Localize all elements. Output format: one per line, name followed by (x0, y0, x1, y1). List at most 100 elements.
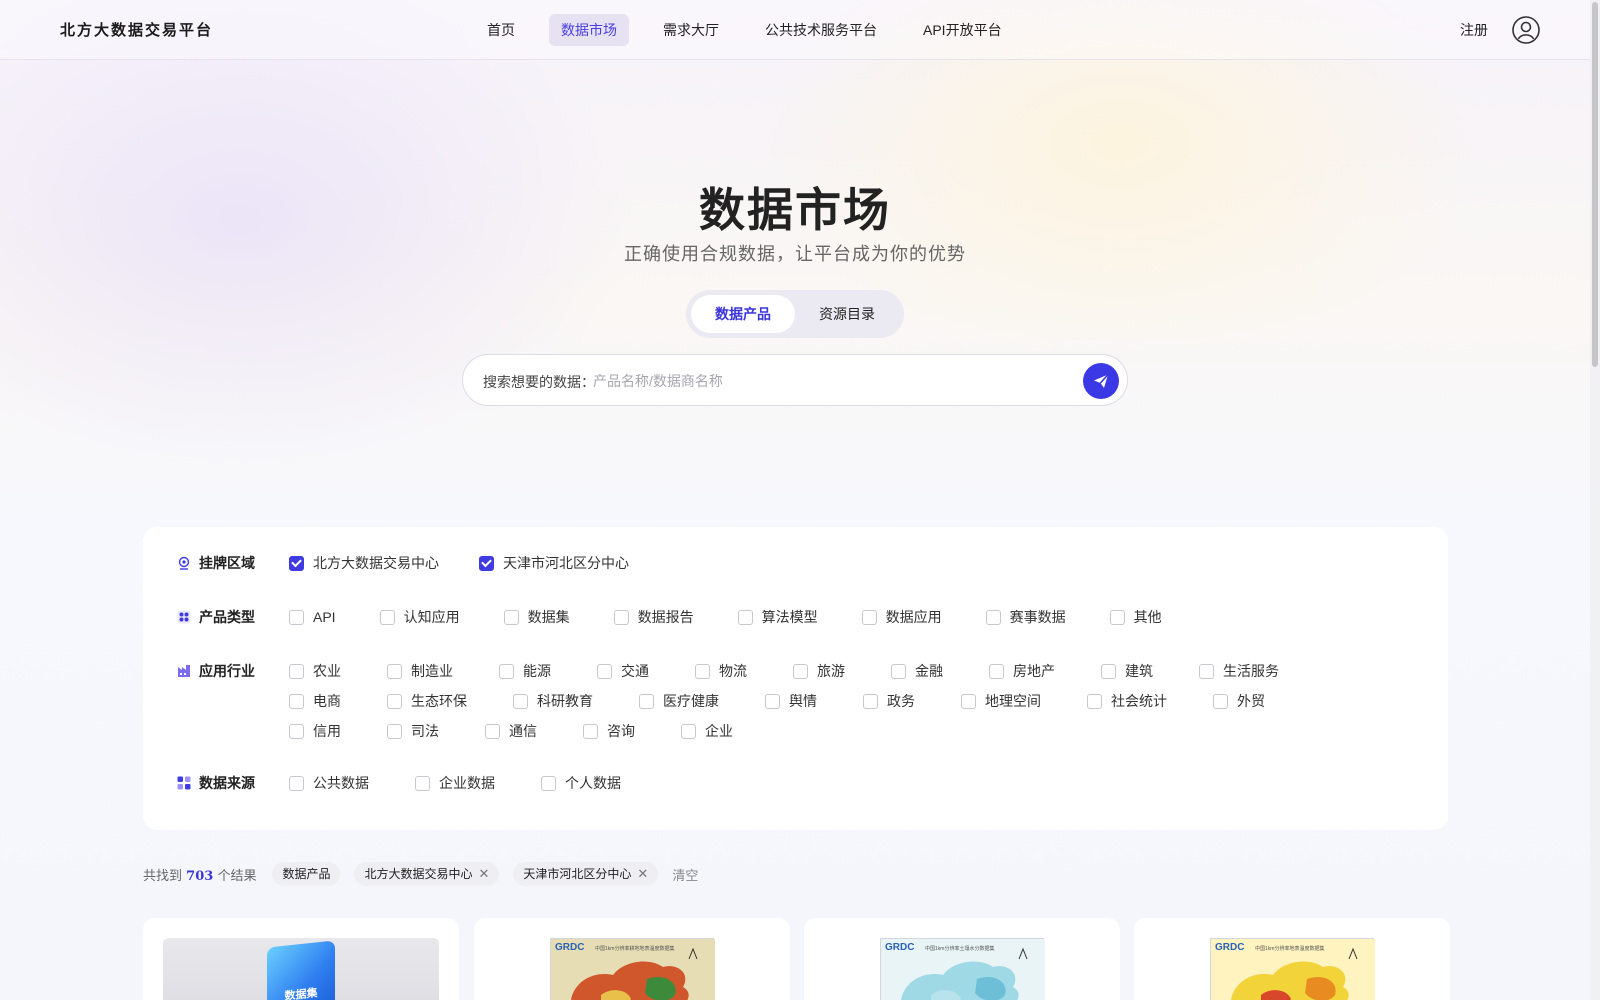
filter-checkbox[interactable] (387, 663, 402, 679)
filter-option[interactable]: 其他 (1109, 607, 1162, 627)
filter-checkbox[interactable] (613, 609, 629, 625)
filter-checkbox[interactable] (387, 693, 402, 709)
filter-checkbox[interactable] (479, 555, 494, 571)
filter-option[interactable]: 数据集 (503, 607, 570, 627)
search-button[interactable] (1083, 363, 1119, 399)
product-card[interactable]: GRDC 中国1km分辨率耕地地表温度数据集 (474, 918, 790, 1000)
filter-option[interactable]: 企业数据 (415, 773, 495, 793)
clear-filters-button[interactable]: 清空 (672, 865, 698, 884)
filter-checkbox[interactable] (681, 723, 696, 739)
filter-option[interactable]: 通信 (485, 721, 537, 741)
filter-checkbox[interactable] (289, 775, 304, 791)
filter-checkbox[interactable] (289, 723, 304, 739)
nav-item[interactable]: 首页 (475, 14, 527, 46)
filter-option[interactable]: 地理空间 (961, 691, 1041, 711)
filter-option[interactable]: 数据报告 (613, 607, 694, 627)
page-scrollbar[interactable] (1590, 0, 1600, 1000)
filter-option[interactable]: API (289, 607, 336, 627)
filter-checkbox[interactable] (891, 663, 906, 679)
filter-option[interactable]: 社会统计 (1087, 691, 1167, 711)
nav-item[interactable]: 需求大厅 (651, 14, 731, 46)
nav-item[interactable]: 公共技术服务平台 (753, 14, 889, 46)
tab-resource-catalog[interactable]: 资源目录 (795, 295, 899, 333)
close-icon[interactable]: ✕ (637, 862, 648, 886)
filter-checkbox[interactable] (1213, 693, 1228, 709)
filter-checkbox[interactable] (289, 693, 304, 709)
filter-option[interactable]: 交通 (597, 661, 649, 681)
filter-checkbox[interactable] (541, 775, 556, 791)
filter-option[interactable]: 个人数据 (541, 773, 621, 793)
filter-row-product-type: 产品类型 API 认知应用 数据集 数据报告 算法模型 数据应用 赛事数据 其他 (177, 607, 1359, 637)
filter-option[interactable]: 咨询 (583, 721, 635, 741)
filter-option[interactable]: 公共数据 (289, 773, 369, 793)
filter-option[interactable]: 物流 (695, 661, 747, 681)
filter-checkbox[interactable] (793, 663, 808, 679)
filter-option[interactable]: 舆情 (765, 691, 817, 711)
filter-option[interactable]: 司法 (387, 721, 439, 741)
filter-option[interactable]: 房地产 (989, 661, 1055, 681)
filter-option[interactable]: 信用 (289, 721, 341, 741)
filter-checkbox[interactable] (289, 555, 304, 571)
site-logo[interactable]: 北方大数据交易平台 (60, 19, 213, 40)
filter-option[interactable]: 制造业 (387, 661, 453, 681)
filter-checkbox[interactable] (415, 775, 430, 791)
close-icon[interactable]: ✕ (478, 862, 489, 886)
filter-option[interactable]: 政务 (863, 691, 915, 711)
filter-checkbox[interactable] (765, 693, 780, 709)
filter-checkbox[interactable] (379, 609, 395, 625)
filter-option[interactable]: 金融 (891, 661, 943, 681)
top-header: 北方大数据交易平台 首页 数据市场 需求大厅 公共技术服务平台 API开放平台 注册 (0, 0, 1590, 60)
filter-option[interactable]: 赛事数据 (985, 607, 1066, 627)
filter-checkbox[interactable] (1109, 609, 1125, 625)
scrollbar-thumb[interactable] (1592, 2, 1598, 367)
product-card[interactable]: GRDC 中国1km分辨率土壤水分数据集 (804, 918, 1120, 1000)
filter-checkbox[interactable] (289, 663, 304, 679)
search-input[interactable] (593, 367, 1043, 395)
filter-option[interactable]: 生活服务 (1199, 661, 1279, 681)
filter-checkbox[interactable] (513, 693, 528, 709)
filter-checkbox[interactable] (499, 663, 514, 679)
tab-data-products[interactable]: 数据产品 (691, 295, 795, 333)
filter-option[interactable]: 科研教育 (513, 691, 593, 711)
nav-item[interactable]: 数据市场 (549, 14, 629, 46)
filter-chip[interactable]: 天津市河北区分中心 ✕ (513, 862, 659, 886)
filter-checkbox[interactable] (1199, 663, 1214, 679)
filter-checkbox[interactable] (639, 693, 654, 709)
filter-checkbox[interactable] (737, 609, 753, 625)
filter-checkbox[interactable] (861, 609, 877, 625)
filter-checkbox[interactable] (695, 663, 710, 679)
filter-checkbox[interactable] (863, 693, 878, 709)
filter-option[interactable]: 天津市河北区分中心 (479, 553, 629, 573)
filter-option[interactable]: 生态环保 (387, 691, 467, 711)
filter-checkbox[interactable] (1101, 663, 1116, 679)
filter-option[interactable]: 数据应用 (861, 607, 942, 627)
filter-checkbox[interactable] (503, 609, 519, 625)
filter-checkbox[interactable] (583, 723, 598, 739)
filter-option[interactable]: 旅游 (793, 661, 845, 681)
filter-option[interactable]: 建筑 (1101, 661, 1153, 681)
filter-option[interactable]: 企业 (681, 721, 733, 741)
register-link[interactable]: 注册 (1460, 20, 1488, 40)
filter-option[interactable]: 外贸 (1213, 691, 1265, 711)
filter-option[interactable]: 能源 (499, 661, 551, 681)
filter-checkbox[interactable] (961, 693, 976, 709)
product-card[interactable]: 数据集 (143, 918, 459, 1000)
filter-chip[interactable]: 北方大数据交易中心 ✕ (354, 862, 500, 886)
filter-checkbox[interactable] (985, 609, 1001, 625)
filter-checkbox[interactable] (1087, 693, 1102, 709)
filter-checkbox[interactable] (485, 723, 500, 739)
filter-checkbox[interactable] (597, 663, 612, 679)
filter-option[interactable]: 医疗健康 (639, 691, 719, 711)
filter-checkbox[interactable] (387, 723, 402, 739)
filter-option[interactable]: 农业 (289, 661, 341, 681)
filter-option[interactable]: 北方大数据交易中心 (289, 553, 439, 573)
filter-option[interactable]: 电商 (289, 691, 341, 711)
product-card[interactable]: GRDC 中国1km分辨率地表温度数据集 (1134, 918, 1450, 1000)
user-circle-icon[interactable] (1512, 16, 1540, 44)
filter-option[interactable]: 认知应用 (379, 607, 460, 627)
filter-checkbox[interactable] (289, 609, 304, 625)
nav-item[interactable]: API开放平台 (911, 14, 1014, 46)
filter-checkbox[interactable] (989, 663, 1004, 679)
filter-option[interactable]: 算法模型 (737, 607, 818, 627)
filter-chip[interactable]: 数据产品 (272, 862, 341, 886)
